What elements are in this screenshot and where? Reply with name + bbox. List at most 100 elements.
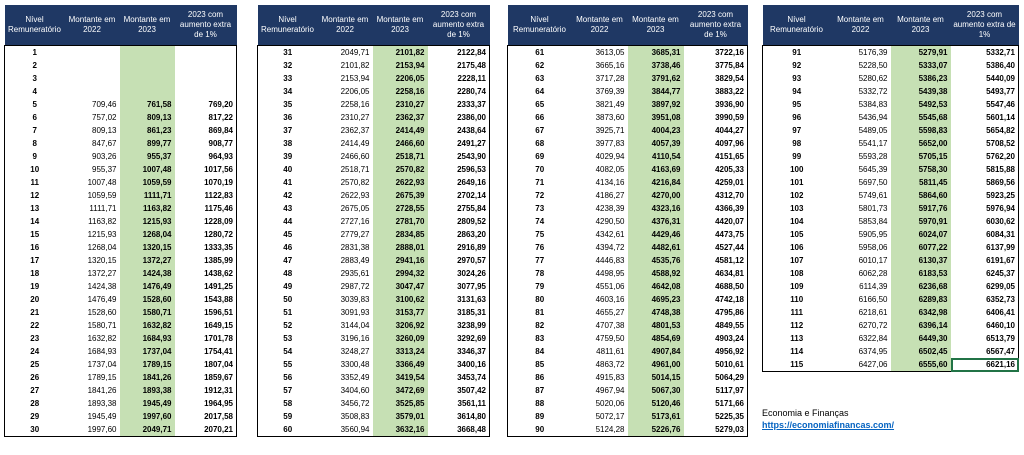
level-cell[interactable]: 21 <box>5 306 65 319</box>
level-cell[interactable]: 2 <box>5 59 65 72</box>
amount-2023-cell[interactable]: 2728,55 <box>372 202 428 215</box>
amount-2023-cell[interactable]: 809,13 <box>119 111 175 124</box>
amount-2022-cell[interactable]: 1320,15 <box>64 254 120 267</box>
amount-2023-extra-cell[interactable]: 3453,74 <box>427 371 490 384</box>
amount-2023-cell[interactable]: 2518,71 <box>372 150 428 163</box>
level-cell[interactable]: 81 <box>508 306 572 319</box>
level-cell[interactable]: 24 <box>5 345 65 358</box>
amount-2023-extra-cell[interactable]: 1912,31 <box>174 384 237 397</box>
amount-2023-cell[interactable]: 2675,39 <box>372 189 428 202</box>
amount-2023-extra-cell[interactable]: 3936,90 <box>683 98 748 111</box>
level-cell[interactable]: 104 <box>763 215 831 228</box>
amount-2023-cell[interactable]: 6342,98 <box>890 306 951 319</box>
amount-2023-cell[interactable]: 3100,62 <box>372 293 428 306</box>
level-cell[interactable]: 47 <box>258 254 318 267</box>
amount-2023-cell[interactable]: 3260,09 <box>372 332 428 345</box>
amount-2022-cell[interactable]: 6218,61 <box>830 306 891 319</box>
amount-2022-cell[interactable]: 2206,05 <box>317 85 373 98</box>
level-cell[interactable]: 62 <box>508 59 572 72</box>
amount-2023-cell[interactable]: 5226,76 <box>627 423 684 437</box>
amount-2023-cell[interactable]: 2049,71 <box>119 423 175 437</box>
amount-2022-cell[interactable]: 3508,83 <box>317 410 373 423</box>
amount-2022-cell[interactable]: 2310,27 <box>317 111 373 124</box>
amount-2023-cell[interactable]: 1320,15 <box>119 241 175 254</box>
amount-2023-cell[interactable]: 2414,49 <box>372 124 428 137</box>
amount-2023-cell[interactable]: 3897,92 <box>627 98 684 111</box>
level-cell[interactable]: 68 <box>508 137 572 150</box>
amount-2022-cell[interactable]: 3977,83 <box>571 137 628 150</box>
amount-2023-extra-cell[interactable]: 4795,86 <box>683 306 748 319</box>
amount-2023-extra-cell[interactable]: 769,20 <box>174 98 237 111</box>
level-cell[interactable]: 97 <box>763 124 831 137</box>
amount-2023-cell[interactable]: 761,58 <box>119 98 175 111</box>
amount-2022-cell[interactable]: 3873,60 <box>571 111 628 124</box>
amount-2023-cell[interactable]: 1737,04 <box>119 345 175 358</box>
amount-2022-cell[interactable]: 3456,72 <box>317 397 373 410</box>
amount-2023-cell[interactable]: 3472,69 <box>372 384 428 397</box>
amount-2022-cell[interactable]: 6270,72 <box>830 319 891 332</box>
amount-2023-cell[interactable]: 2941,16 <box>372 254 428 267</box>
amount-2022-cell[interactable]: 1684,93 <box>64 345 120 358</box>
level-cell[interactable]: 79 <box>508 280 572 293</box>
amount-2023-cell[interactable]: 2101,82 <box>372 45 428 59</box>
amount-2023-cell[interactable]: 4163,69 <box>627 163 684 176</box>
amount-2023-extra-cell[interactable]: 2596,53 <box>427 163 490 176</box>
amount-2023-cell[interactable]: 1476,49 <box>119 280 175 293</box>
amount-2023-cell[interactable]: 4961,00 <box>627 358 684 371</box>
amount-2023-extra-cell[interactable]: 5815,88 <box>950 163 1019 176</box>
amount-2023-extra-cell[interactable]: 3131,63 <box>427 293 490 306</box>
level-cell[interactable]: 92 <box>763 59 831 72</box>
level-cell[interactable]: 77 <box>508 254 572 267</box>
amount-2023-extra-cell[interactable]: 5010,61 <box>683 358 748 371</box>
level-cell[interactable]: 85 <box>508 358 572 371</box>
amount-2023-cell[interactable]: 955,37 <box>119 150 175 163</box>
amount-2022-cell[interactable]: 2466,60 <box>317 150 373 163</box>
amount-2022-cell[interactable]: 4446,83 <box>571 254 628 267</box>
amount-2023-cell[interactable]: 5598,83 <box>890 124 951 137</box>
amount-2023-cell[interactable]: 6502,45 <box>890 345 951 358</box>
amount-2023-cell[interactable]: 1997,60 <box>119 410 175 423</box>
level-cell[interactable]: 65 <box>508 98 572 111</box>
amount-2023-cell[interactable]: 3419,54 <box>372 371 428 384</box>
amount-2023-cell[interactable]: 3366,49 <box>372 358 428 371</box>
amount-2022-cell[interactable]: 4551,06 <box>571 280 628 293</box>
amount-2023-cell[interactable]: 6236,68 <box>890 280 951 293</box>
amount-2022-cell[interactable]: 6114,39 <box>830 280 891 293</box>
amount-2023-extra-cell[interactable]: 5654,82 <box>950 124 1019 137</box>
amount-2023-cell[interactable]: 3738,46 <box>627 59 684 72</box>
amount-2022-cell[interactable]: 5489,05 <box>830 124 891 137</box>
amount-2022-cell[interactable]: 4811,61 <box>571 345 628 358</box>
amount-2023-cell[interactable]: 5333,07 <box>890 59 951 72</box>
level-cell[interactable]: 66 <box>508 111 572 124</box>
amount-2022-cell[interactable]: 4707,38 <box>571 319 628 332</box>
amount-2022-cell[interactable]: 2414,49 <box>317 137 373 150</box>
amount-2023-cell[interactable]: 2258,16 <box>372 85 428 98</box>
level-cell[interactable]: 45 <box>258 228 318 241</box>
amount-2023-cell[interactable]: 4748,38 <box>627 306 684 319</box>
level-cell[interactable]: 94 <box>763 85 831 98</box>
amount-2023-cell[interactable]: 4004,23 <box>627 124 684 137</box>
amount-2023-extra-cell[interactable]: 6245,37 <box>950 267 1019 280</box>
level-cell[interactable]: 82 <box>508 319 572 332</box>
amount-2022-cell[interactable]: 2831,38 <box>317 241 373 254</box>
level-cell[interactable]: 64 <box>508 85 572 98</box>
amount-2022-cell[interactable]: 3665,16 <box>571 59 628 72</box>
amount-2023-extra-cell[interactable]: 869,84 <box>174 124 237 137</box>
amount-2023-extra-cell[interactable]: 1333,35 <box>174 241 237 254</box>
amount-2023-cell[interactable]: 4642,08 <box>627 280 684 293</box>
amount-2023-extra-cell[interactable]: 4634,81 <box>683 267 748 280</box>
amount-2023-extra-cell[interactable]: 5117,97 <box>683 384 748 397</box>
amount-2022-cell[interactable]: 5124,28 <box>571 423 628 437</box>
amount-2022-cell[interactable]: 5593,28 <box>830 150 891 163</box>
amount-2022-cell[interactable]: 3560,94 <box>317 423 373 437</box>
amount-2023-cell[interactable]: 3632,16 <box>372 423 428 437</box>
amount-2023-extra-cell[interactable]: 6299,05 <box>950 280 1019 293</box>
level-cell[interactable]: 44 <box>258 215 318 228</box>
level-cell[interactable]: 5 <box>5 98 65 111</box>
amount-2023-extra-cell[interactable]: 6191,67 <box>950 254 1019 267</box>
amount-2023-cell[interactable]: 4323,16 <box>627 202 684 215</box>
level-cell[interactable]: 96 <box>763 111 831 124</box>
level-cell[interactable]: 70 <box>508 163 572 176</box>
amount-2023-extra-cell[interactable]: 1543,88 <box>174 293 237 306</box>
amount-2023-cell[interactable]: 2888,01 <box>372 241 428 254</box>
